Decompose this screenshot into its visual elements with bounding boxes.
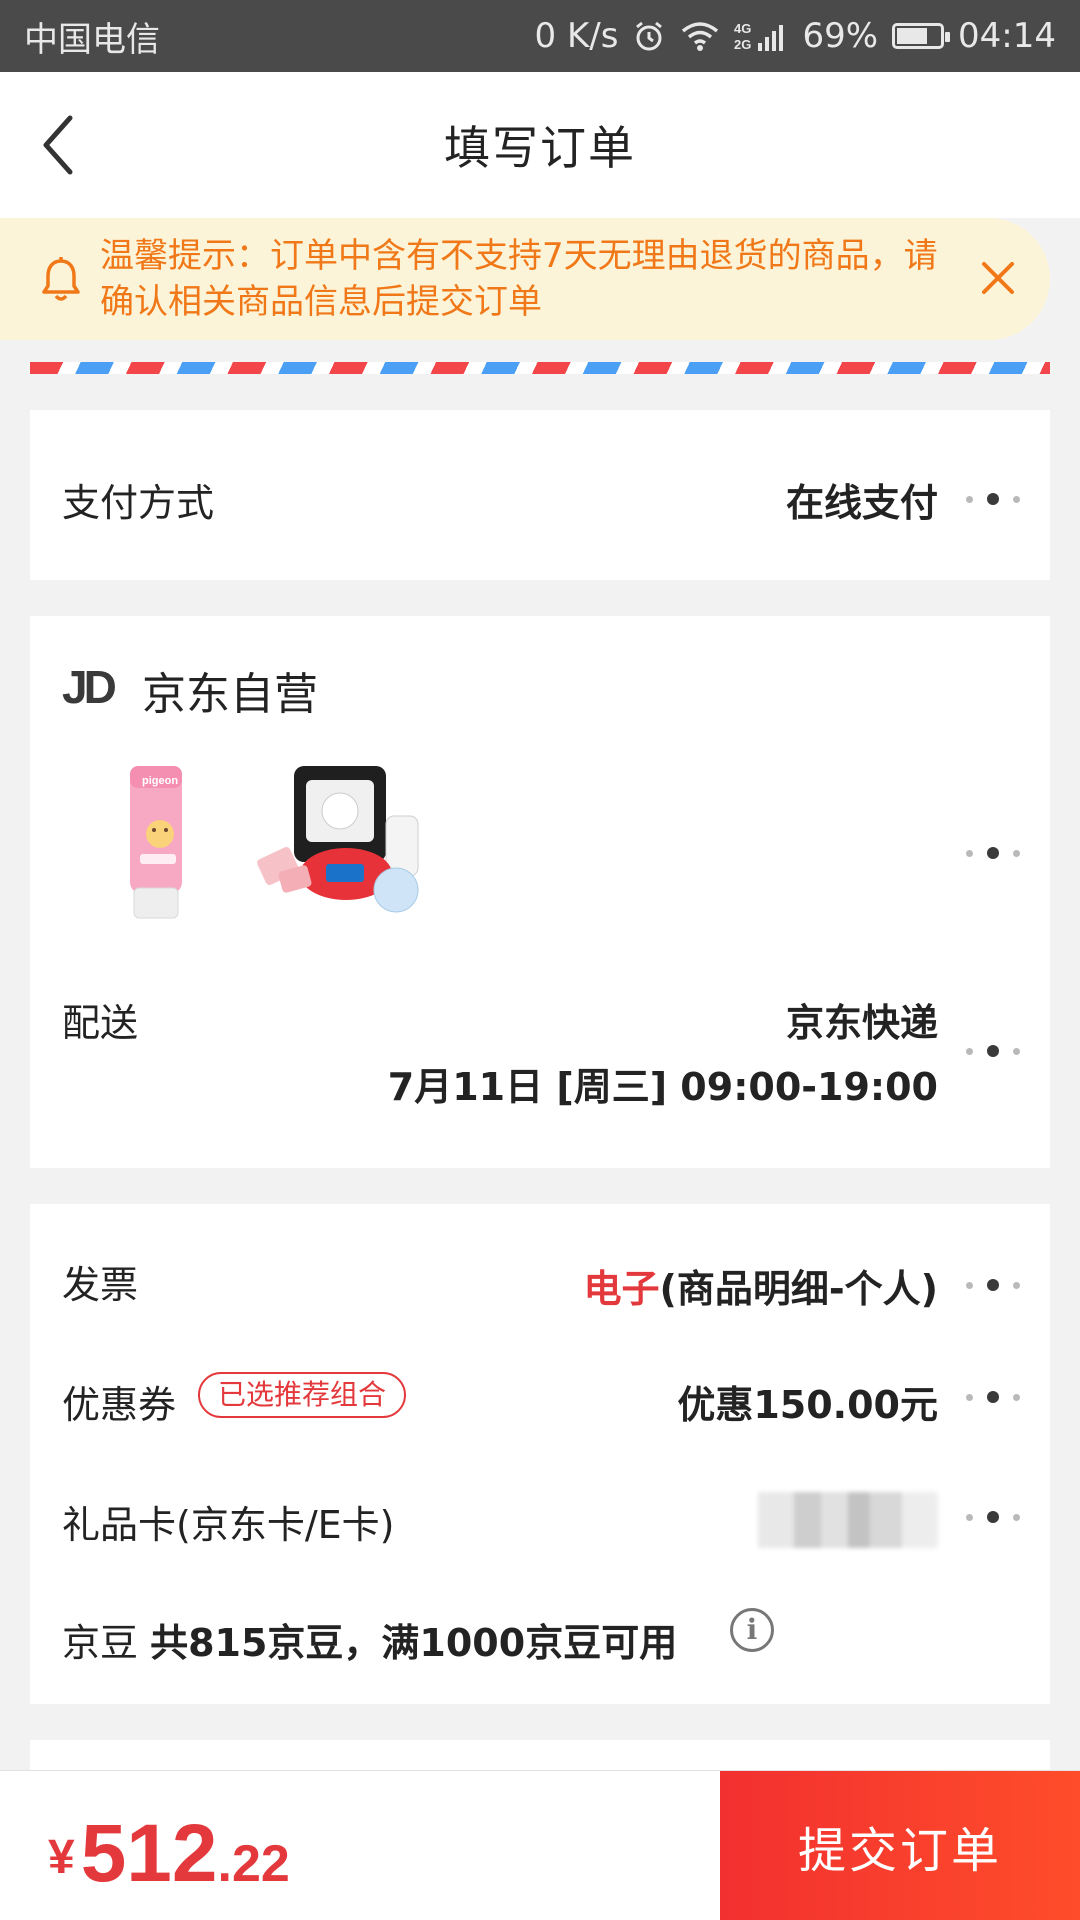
more-dots-icon[interactable] xyxy=(966,492,1020,506)
invoice-value[interactable]: 电子(商品明细-个人) xyxy=(583,1258,938,1313)
page-title: 填写订单 xyxy=(444,121,636,175)
wifi-icon xyxy=(682,22,719,51)
status-icons: 0 K/s 4G 2G 69% 04:14 xyxy=(535,16,1056,56)
product-thumbnail-pump[interactable] xyxy=(250,756,470,926)
product-brand-text: pigeon xyxy=(142,775,178,787)
battery-percent: 69% xyxy=(802,16,879,56)
delivery-carrier: 京东快递 xyxy=(785,1001,938,1045)
delivery-time: 7月11日 [周三] 09:00-19:00 xyxy=(387,1065,938,1109)
nav-bar: 填写订单 xyxy=(0,72,1080,218)
svg-text:4G: 4G xyxy=(734,21,751,36)
submit-order-button[interactable]: 提交订单 xyxy=(720,1771,1080,1920)
coupon-badge: 已选推荐组合 xyxy=(198,1372,407,1418)
jingdou-row: 京豆 共815京豆，满1000京豆可用 xyxy=(62,1612,677,1667)
total-price: ¥512.22 xyxy=(48,1807,290,1901)
status-bar: 中国电信 0 K/s 4G 2G 69% 04:14 xyxy=(0,0,1080,72)
notice-text: 温馨提示：订单中含有不支持7天无理由退货的商品，请确认相关商品信息后提交订单 xyxy=(100,236,938,322)
notice-banner: 温馨提示：订单中含有不支持7天无理由退货的商品，请确认相关商品信息后提交订单 xyxy=(0,218,1050,340)
more-dots-icon[interactable] xyxy=(966,1044,1020,1058)
price-currency: ¥ xyxy=(48,1831,75,1884)
delivery-label: 配送 xyxy=(62,1001,139,1045)
shop-card: JD 京东自营 pigeon 配送 京东快递 7月11日 [周三] 09:00-… xyxy=(30,616,1050,1168)
bottom-bar: ¥512.22 提交订单 xyxy=(0,1770,1080,1920)
invoice-detail: (商品明细-个人) xyxy=(659,1267,938,1311)
jd-logo: JD xyxy=(62,661,117,713)
invoice-type: 电子 xyxy=(583,1267,660,1311)
payment-value: 在线支付 xyxy=(785,481,938,525)
alarm-icon xyxy=(636,21,663,51)
carrier-label: 中国电信 xyxy=(24,19,160,60)
bell-icon xyxy=(42,257,80,301)
airmail-border xyxy=(30,362,1050,374)
back-arrow-icon[interactable] xyxy=(36,112,96,178)
jingdou-label: 京豆 xyxy=(62,1621,139,1665)
battery-icon xyxy=(892,23,951,49)
more-dots-icon[interactable] xyxy=(966,1510,1020,1524)
more-dots-icon[interactable] xyxy=(966,846,1020,860)
price-decimal: .22 xyxy=(217,1835,290,1893)
clock: 04:14 xyxy=(958,16,1056,56)
coupon-value[interactable]: 优惠150.00元 xyxy=(677,1374,938,1429)
payment-card[interactable]: 支付方式 在线支付 xyxy=(30,410,1050,580)
svg-text:2G: 2G xyxy=(734,37,751,52)
giftcard-label: 礼品卡(京东卡/E卡) xyxy=(62,1503,395,1547)
signal-icon: 4G 2G xyxy=(734,21,784,52)
more-dots-icon[interactable] xyxy=(966,1390,1020,1404)
invoice-label: 发票 xyxy=(62,1263,139,1307)
close-icon[interactable] xyxy=(978,258,1018,298)
payment-label: 支付方式 xyxy=(62,481,215,525)
giftcard-blurred-value xyxy=(758,1492,938,1548)
shop-name: 京东自营 xyxy=(142,669,318,720)
more-dots-icon[interactable] xyxy=(966,1278,1020,1292)
product-thumbnail-cream[interactable]: pigeon xyxy=(90,756,220,926)
info-icon[interactable]: i xyxy=(730,1608,774,1652)
jingdou-text: 共815京豆，满1000京豆可用 xyxy=(150,1621,678,1665)
order-page: 中国电信 0 K/s 4G 2G 69% 04:14 填写订单 温馨提示：订单中… xyxy=(0,0,1080,1920)
net-speed: 0 K/s xyxy=(534,16,619,56)
coupon-label: 优惠券 xyxy=(62,1383,177,1427)
invoice-card: 发票 电子(商品明细-个人) 优惠券 已选推荐组合 优惠150.00元 礼品卡(… xyxy=(30,1204,1050,1704)
price-integer: 512 xyxy=(80,1808,218,1899)
